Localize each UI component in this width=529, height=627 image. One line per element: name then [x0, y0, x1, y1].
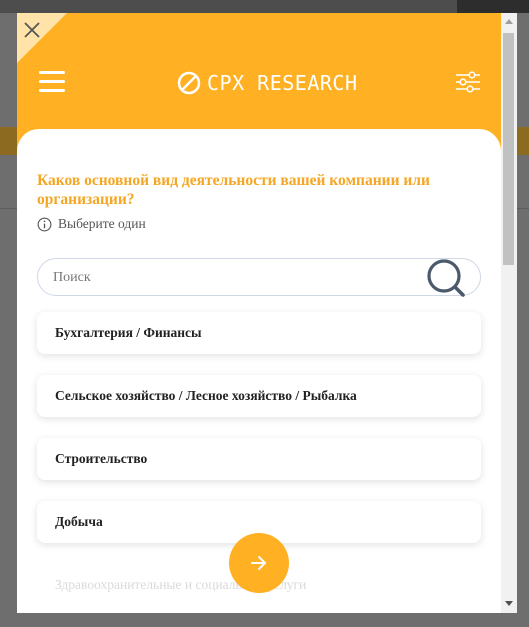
menu-button[interactable]: [39, 71, 65, 93]
search-input[interactable]: [53, 268, 413, 288]
question-hint: Выберите один: [37, 216, 146, 232]
background-top-bar: [0, 0, 529, 13]
close-icon: [24, 22, 40, 38]
option-accounting[interactable]: Бухгалтерия / Финансы: [37, 312, 481, 354]
option-construction[interactable]: Строительство: [37, 438, 481, 480]
next-button[interactable]: [229, 533, 289, 593]
survey-modal: CPX RESEARCH Каков основной вид деятельн…: [17, 13, 517, 613]
question-title: Каков основной вид деятельности вашей ко…: [37, 172, 430, 208]
search-icon[interactable]: [426, 259, 468, 301]
background-tab: [457, 0, 529, 13]
cpx-logo: CPX RESEARCH: [177, 70, 358, 96]
scroll-thumb[interactable]: [503, 33, 514, 265]
info-icon: [37, 217, 52, 231]
scrollbar[interactable]: [501, 13, 517, 613]
option-agriculture[interactable]: Сельское хозяйство / Лесное хозяйство / …: [37, 375, 481, 417]
filter-icon: [456, 71, 480, 93]
search-box: [37, 258, 481, 297]
scroll-up-arrow[interactable]: [505, 19, 513, 24]
arrow-right-icon: [251, 556, 266, 570]
hint-text: Выберите один: [58, 216, 146, 231]
scroll-down-arrow[interactable]: [505, 601, 513, 606]
menu-icon: [39, 71, 65, 74]
close-button[interactable]: [22, 20, 42, 40]
logo-text: CPX RESEARCH: [207, 71, 358, 95]
cpx-logo-icon: [177, 71, 201, 95]
question-card: Каков основной вид деятельности вашей ко…: [17, 129, 501, 613]
filter-button[interactable]: [455, 71, 481, 93]
